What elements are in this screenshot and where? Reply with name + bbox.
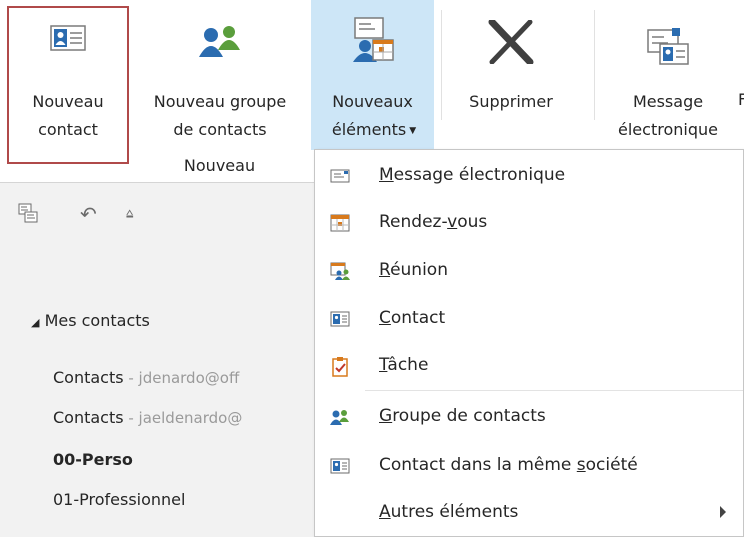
send-receive-icon[interactable] [18,203,38,227]
task-icon [330,357,350,377]
contact-card-icon [330,310,350,328]
delete-x-icon [488,18,534,68]
menu-item-contact-same-company[interactable]: Contact dans la même société [315,444,744,488]
delete-label: Supprimer [469,92,553,111]
contact-group-icon [330,408,350,426]
new-contact-group-label: Nouveau groupe de contacts [153,92,287,139]
chevron-down-icon: ▼ [409,126,417,136]
menu-item-contact[interactable]: Contact [315,297,744,341]
menu-item-email[interactable]: Message électronique [315,154,744,198]
menu-separator [365,390,743,391]
new-items-icon [351,16,395,68]
folder-item[interactable]: Contacts - jaeldenardo@ [53,408,242,427]
section-header-my-contacts[interactable]: ◢ Mes contacts [31,311,150,330]
email-contact-icon [646,26,690,70]
new-contact-button[interactable]: Nouveau contact [7,6,129,164]
menu-item-other-items[interactable]: Autres éléments [315,491,744,535]
contact-group-icon [197,24,243,62]
meeting-icon [330,262,350,280]
folder-item[interactable]: Contacts - jdenardo@off [53,368,239,387]
delete-button[interactable]: Supprimer [434,0,588,150]
submenu-arrow-icon [720,506,726,518]
menu-item-contact-group[interactable]: Groupe de contacts [315,395,744,439]
truncated-ribbon-label[interactable]: F [738,90,744,109]
customize-toolbar-icon[interactable]: ⩠ [126,206,133,221]
new-items-button[interactable]: Nouveaux éléments ▼ [311,0,434,150]
new-items-dropdown-menu: Message électronique Rendez-vous Réunion… [314,149,744,537]
ribbon-divider [594,10,595,120]
contact-card-icon [330,457,350,475]
contact-card-icon [50,22,86,58]
new-contact-label: Nouveau contact [32,92,104,139]
new-items-label: Nouveaux éléments ▼ [331,92,417,139]
email-label: Message électronique [618,92,718,139]
ribbon-group-label: Nouveau [183,156,256,175]
email-button[interactable]: Message électronique [598,0,738,150]
menu-item-task[interactable]: Tâche [315,344,744,388]
folder-item-selected[interactable]: 00-Perso [53,450,133,469]
expand-triangle-icon: ◢ [31,316,40,329]
email-icon [330,167,350,185]
folder-pane: ↶ ⩠ ◢ Mes contacts Contacts - jdenardo@o… [0,183,320,537]
calendar-icon [330,214,350,232]
folder-item[interactable]: 01-Professionnel [53,490,185,509]
menu-item-meeting[interactable]: Réunion [315,249,744,293]
undo-icon[interactable]: ↶ [80,202,97,226]
menu-item-appointment[interactable]: Rendez-vous [315,201,744,245]
new-contact-group-button[interactable]: Nouveau groupe de contacts [129,0,311,150]
